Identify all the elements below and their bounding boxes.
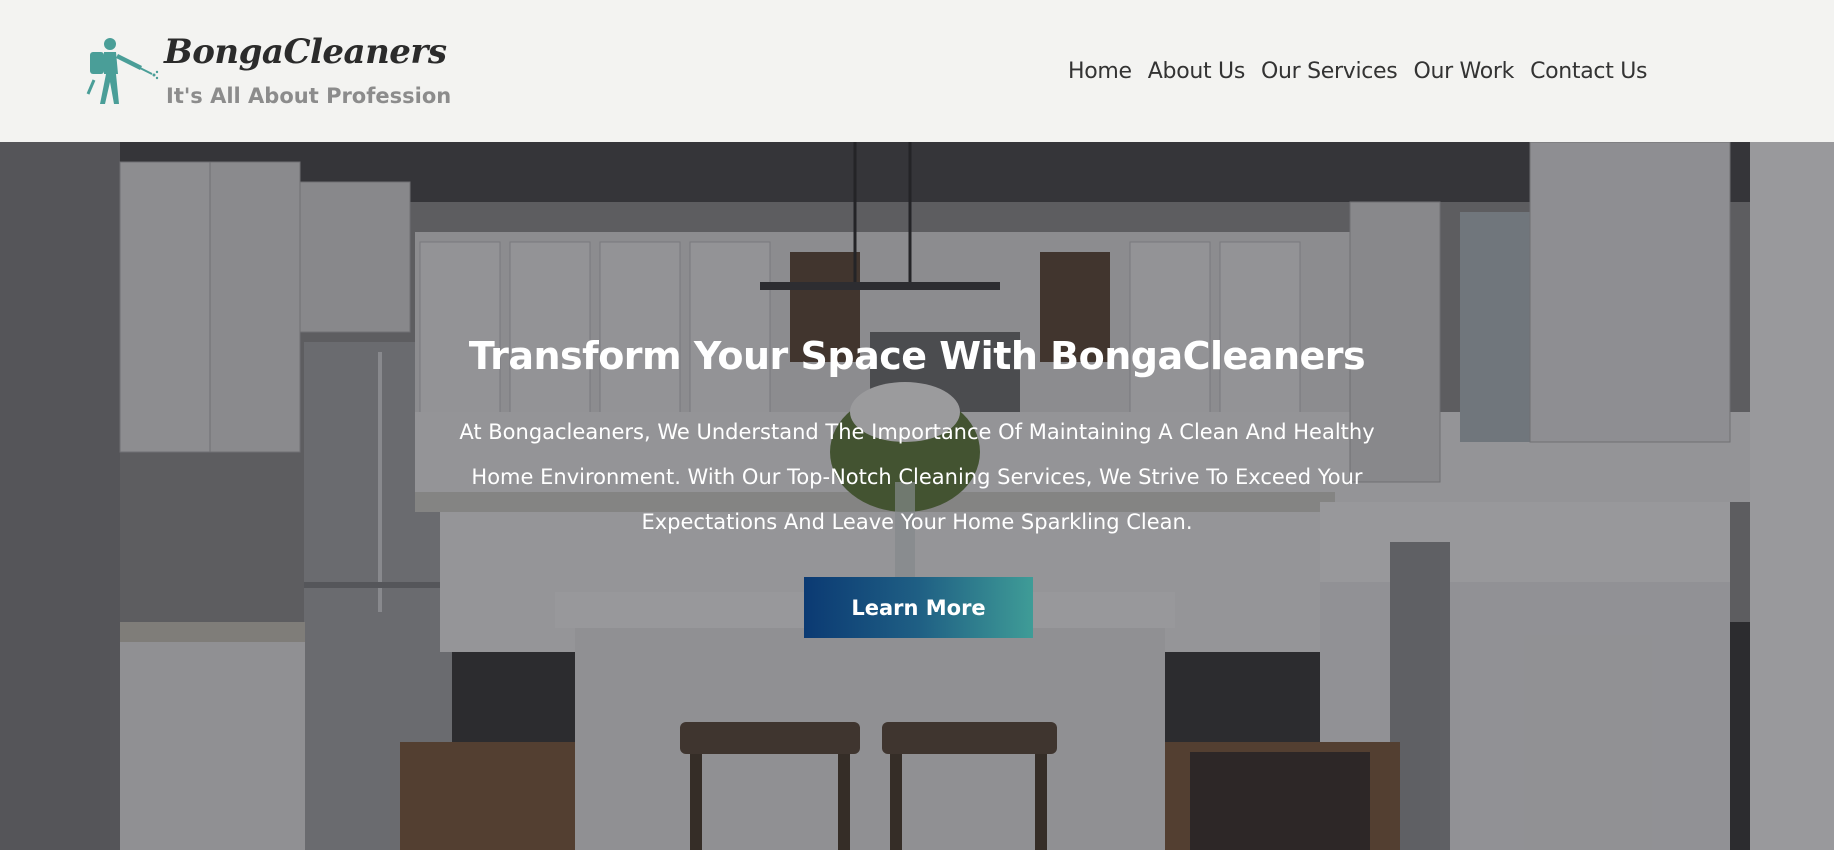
nav-contact-us[interactable]: Contact Us	[1522, 59, 1655, 84]
main-nav: Home About Us Our Services Our Work Cont…	[1060, 56, 1655, 86]
hero-section: Transform Your Space With BongaCleaners …	[0, 142, 1834, 850]
cleaner-with-sprayer-icon	[86, 38, 159, 104]
site-header: BongaCleaners It's All About Profession …	[0, 0, 1834, 142]
hero-description-line-1: At Bongacleaners, We Understand The Impo…	[459, 420, 1375, 444]
hero-description-line-2: Home Environment. With Our Top-Notch Cle…	[471, 465, 1363, 489]
nav-home[interactable]: Home	[1060, 59, 1140, 84]
hero-description-line-3: Expectations And Leave Your Home Sparkli…	[641, 510, 1193, 534]
brand-tagline: It's All About Profession	[166, 84, 452, 108]
hero-description: At Bongacleaners, We Understand The Impo…	[417, 410, 1417, 545]
nav-our-services[interactable]: Our Services	[1253, 59, 1405, 84]
nav-our-work[interactable]: Our Work	[1405, 59, 1522, 84]
brand-name: BongaCleaners	[164, 32, 447, 72]
logo[interactable]: BongaCleaners It's All About Profession	[80, 30, 451, 120]
learn-more-button[interactable]: Learn More	[804, 577, 1033, 638]
nav-about-us[interactable]: About Us	[1140, 59, 1253, 84]
hero-title: Transform Your Space With BongaCleaners	[468, 334, 1366, 378]
